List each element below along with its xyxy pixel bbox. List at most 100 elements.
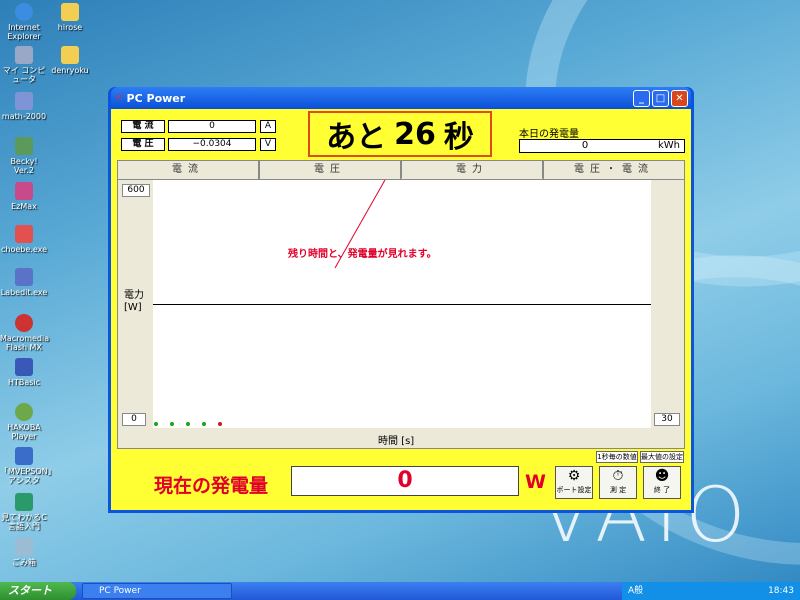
desktop-icon-label: Becky! Ver.2 (10, 157, 38, 175)
start-button[interactable]: スタート (0, 582, 76, 600)
player-icon (15, 403, 33, 421)
countdown-suffix: 秒 (443, 120, 474, 155)
desktop-icon-recycle-bin[interactable]: ごみ箱 (0, 538, 48, 567)
max-value-setting-button[interactable]: 最大値の設定 (640, 451, 684, 463)
current-unit: A (260, 120, 276, 133)
desktop-icon-label: 「MVEPSON」アシスタ (0, 467, 56, 485)
desktop-icon-c-intro[interactable]: 見てわかるC言語入門 (0, 493, 48, 531)
application-icon (15, 447, 33, 465)
system-tray: A般 18:43 (622, 582, 800, 600)
desktop-icon-labedit[interactable]: Labedit.exe (0, 268, 48, 297)
desktop-icon-label: マイ コンピュータ (2, 66, 46, 84)
desktop-icon-becky[interactable]: Becky! Ver.2 (0, 137, 48, 175)
ime-indicator[interactable]: A般 (628, 582, 643, 600)
desktop-icon-label: 見てわかるC言語入門 (1, 513, 47, 531)
folder-icon (61, 46, 79, 64)
countdown-seconds: 26 (394, 116, 436, 152)
x-max-field[interactable]: 30 (654, 413, 680, 426)
current-output-unit: W (525, 471, 546, 493)
measure-label: 測 定 (609, 486, 627, 494)
app-icon: ✕ (115, 93, 123, 103)
application-icon (15, 92, 33, 110)
exit-button[interactable]: ☻ 終 了 (643, 466, 681, 499)
desktop-icon-label: Macromedia Flash MX (0, 334, 50, 352)
voltage-unit: V (260, 138, 276, 151)
voltage-value: −0.0304 (168, 138, 256, 151)
data-point (202, 422, 206, 426)
application-icon (15, 225, 33, 243)
desktop-icon-label: choebe.exe (0, 245, 48, 254)
desktop-icon-label: HAKOBA Player (7, 423, 41, 441)
port-setting-label: ポート設定 (556, 486, 592, 494)
current-label: 電 流 (121, 120, 165, 133)
title-bar[interactable]: ✕ PC Power _ □ ✕ (111, 87, 691, 109)
tab-power[interactable]: 電力 (401, 160, 543, 179)
plot-area: 残り時間と、発電量が見れます。 (153, 180, 651, 428)
desktop-icon-hakoba-player[interactable]: HAKOBA Player (0, 403, 48, 441)
desktop-icon-flash-mx[interactable]: Macromedia Flash MX (0, 314, 50, 352)
application-icon (15, 268, 33, 286)
minimize-button[interactable]: _ (633, 89, 650, 107)
data-point (170, 422, 174, 426)
desktop-icon-math-2000[interactable]: math-2000 (0, 92, 48, 121)
data-point (186, 422, 190, 426)
window-title: PC Power (126, 91, 186, 105)
graph-panel: 600 電力 [W] 0 残り時間と、発電量が見れます。 30 時間 [s] (117, 179, 685, 449)
graph-tabs: 電流 電圧 電力 電圧・電流 (117, 160, 685, 179)
countdown-display: あと 26 秒 (308, 111, 492, 157)
tab-voltage-current[interactable]: 電圧・電流 (543, 160, 685, 179)
clock[interactable]: 18:43 (768, 582, 794, 600)
application-icon (15, 182, 33, 200)
desktop-icon-denryoku[interactable]: denryoku (46, 46, 94, 75)
desktop-icon-hirose[interactable]: hirose (46, 3, 94, 32)
close-button[interactable]: ✕ (671, 89, 688, 107)
desktop-icon-label: math-2000 (1, 112, 47, 121)
tab-current[interactable]: 電流 (117, 160, 259, 179)
maximize-button[interactable]: □ (652, 89, 669, 107)
desktop-icon-my-computer[interactable]: マイ コンピュータ (0, 46, 48, 84)
desktop-icon-label: Internet Explorer (7, 23, 41, 41)
recycle-bin-icon (15, 538, 33, 556)
measure-button[interactable]: ⏱ 測 定 (599, 466, 637, 499)
desktop-icon-htbasic[interactable]: HTBasic (0, 358, 48, 387)
voltage-label: 電 圧 (121, 138, 165, 151)
today-generation-value: 0 (581, 140, 589, 151)
application-icon (15, 358, 33, 376)
flash-icon (15, 314, 33, 332)
mail-app-icon (15, 137, 33, 155)
folder-icon (61, 3, 79, 21)
today-generation-unit: kWh (657, 140, 680, 151)
person-icon: ☻ (654, 468, 670, 484)
x-axis-label: 時間 [s] (378, 436, 415, 447)
current-output-value: 0 (291, 466, 519, 496)
tab-voltage[interactable]: 電圧 (259, 160, 401, 179)
y-max-field[interactable]: 600 (122, 184, 150, 197)
desktop-icon-epson-assistant[interactable]: 「MVEPSON」アシスタ (0, 447, 56, 485)
y-axis-label: 電力 [W] (124, 290, 144, 314)
port-setting-button[interactable]: ⚙ ポート設定 (555, 466, 593, 499)
data-point (218, 422, 222, 426)
countdown-prefix: あと (326, 120, 387, 155)
current-output-label: 現在の発電量 (154, 475, 269, 497)
y-axis-label-text: 電力 [W] (124, 290, 144, 313)
plug-icon: ⚙ (567, 468, 581, 484)
annotation-pointer-line (334, 180, 386, 269)
per-second-values-button[interactable]: 1秒毎の数値 (596, 451, 638, 463)
app-client-area: 電 流 0 A 電 圧 −0.0304 V あと 26 秒 本日の発電量 0 k… (111, 109, 691, 510)
desktop-icon-ezmax[interactable]: EzMax (0, 182, 48, 211)
y-min-field[interactable]: 0 (122, 413, 146, 426)
desktop-icon-label: HTBasic (7, 378, 41, 387)
desktop-icon-label: denryoku (51, 66, 89, 75)
current-value: 0 (168, 120, 256, 133)
today-generation-field: 0 kWh (519, 139, 685, 153)
exit-label: 終 了 (653, 486, 671, 494)
desktop-icon-label: ごみ箱 (12, 558, 36, 567)
pc-power-window: ✕ PC Power _ □ ✕ 電 流 0 A 電 圧 −0.0304 V あ… (108, 87, 694, 513)
desktop-icon-choebe[interactable]: choebe.exe (0, 225, 48, 254)
data-point (154, 422, 158, 426)
taskbar: スタート PC Power A般 18:43 (0, 582, 800, 600)
taskbar-item-pc-power[interactable]: PC Power (82, 583, 232, 599)
desktop-icon-label: EzMax (11, 202, 37, 211)
today-generation-label: 本日の発電量 (519, 129, 579, 140)
desktop-icon-internet-explorer[interactable]: Internet Explorer (0, 3, 48, 41)
